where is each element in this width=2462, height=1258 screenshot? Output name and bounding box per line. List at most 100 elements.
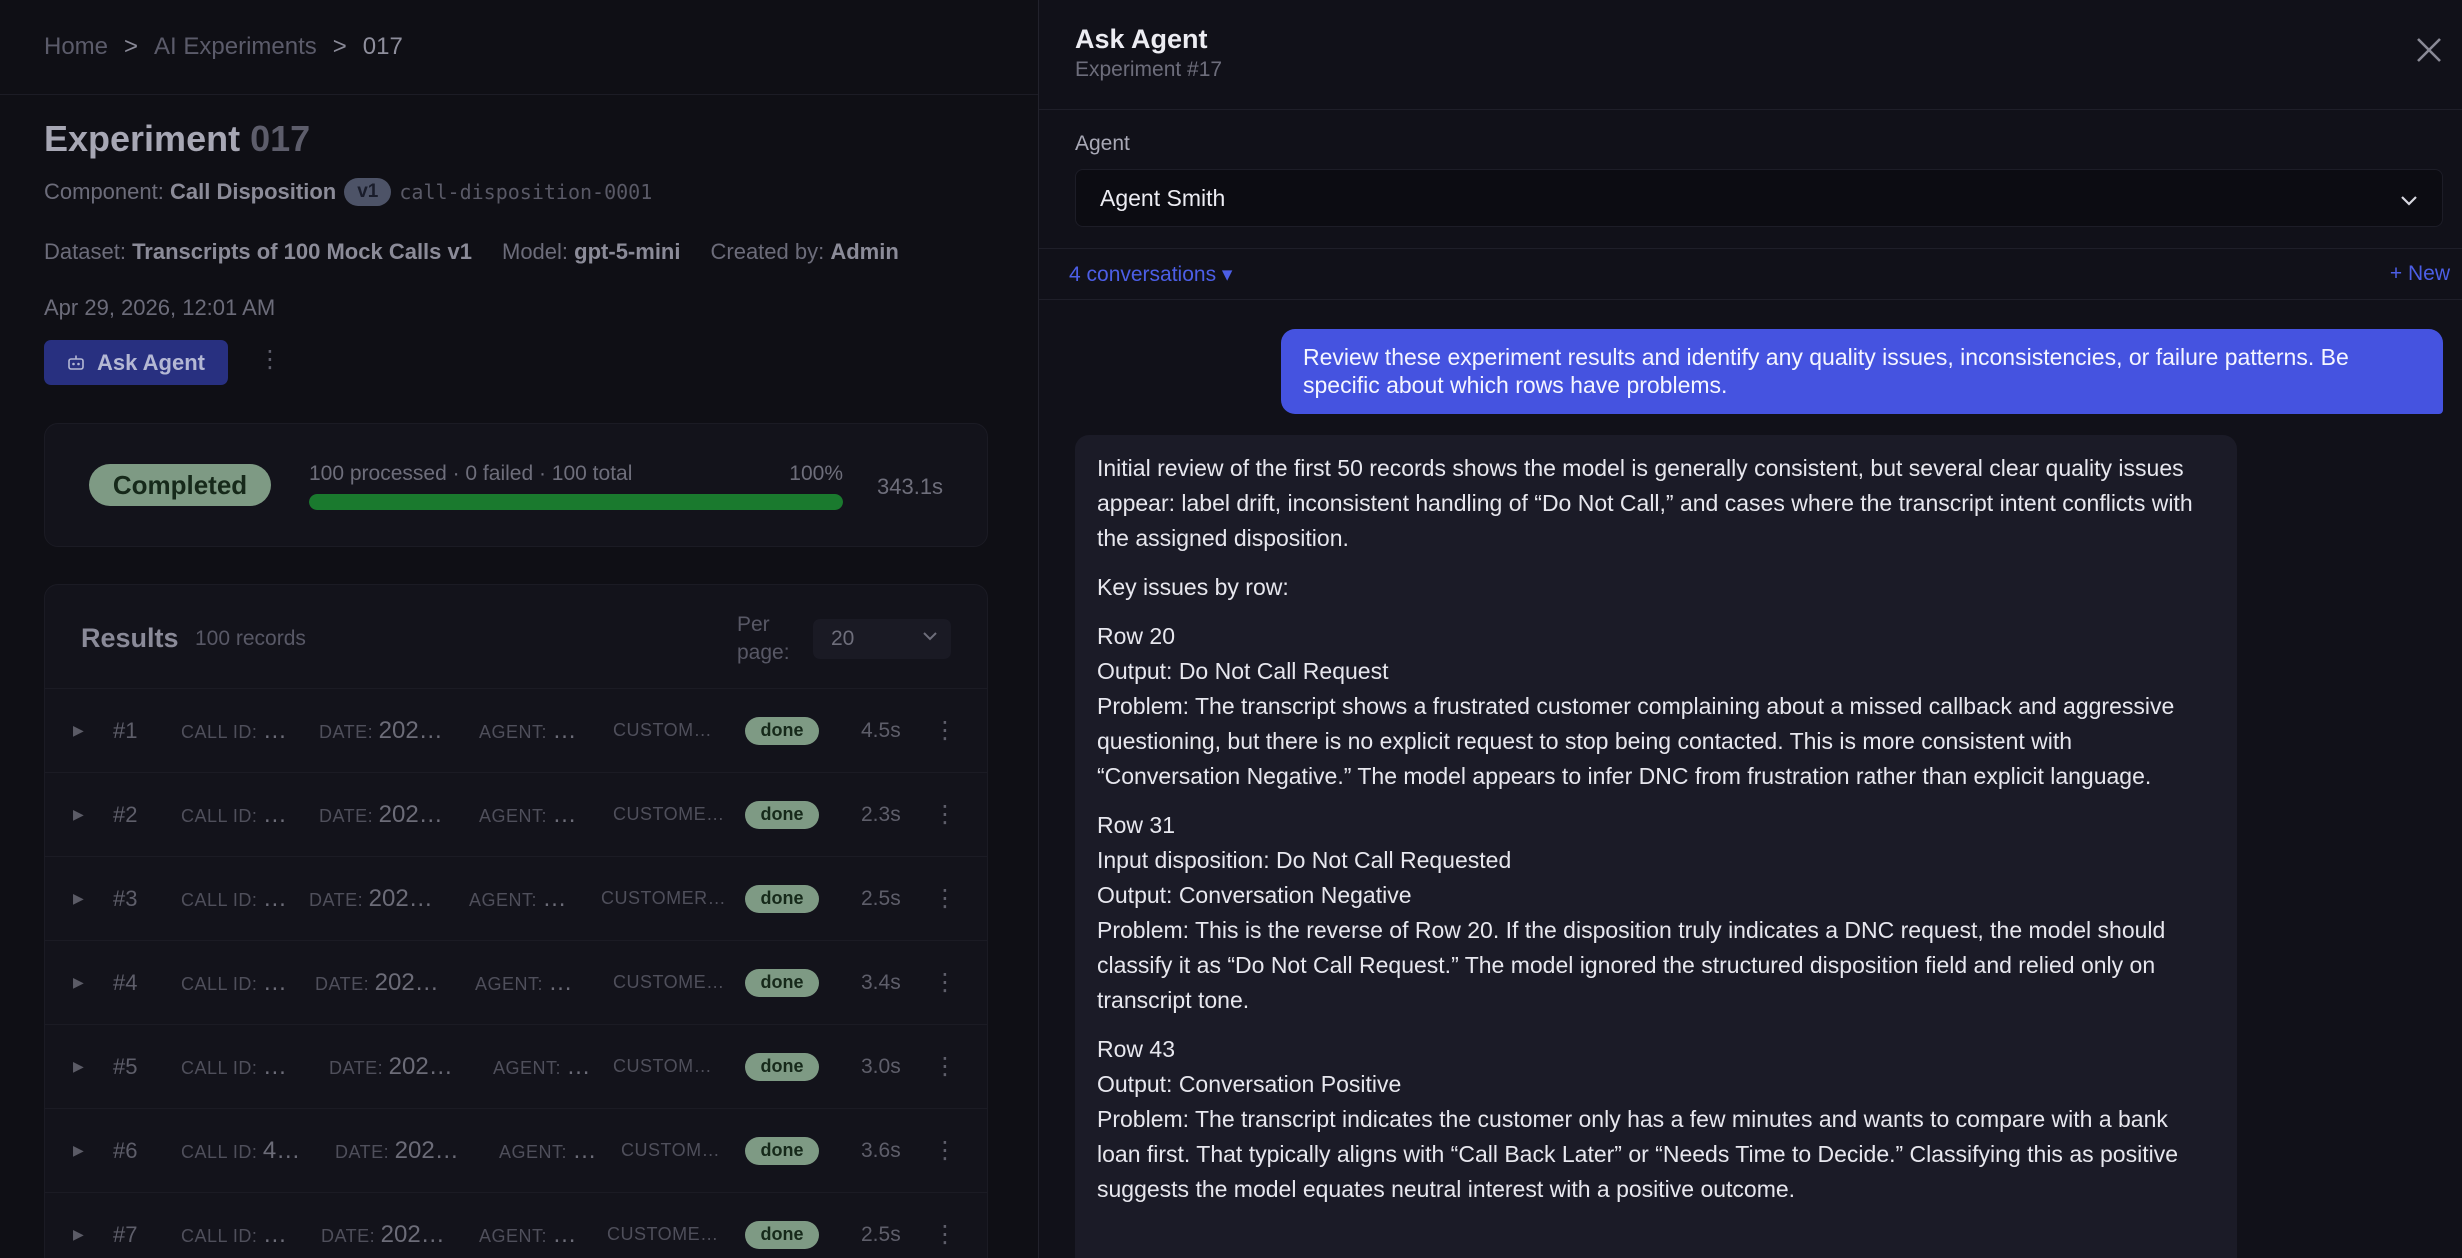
row-field: DATE: 202… bbox=[309, 857, 433, 942]
issue-problem: Problem: This is the reverse of Row 20. … bbox=[1097, 917, 2166, 1013]
expand-triangle-icon[interactable]: ▶ bbox=[73, 1109, 84, 1192]
row-field-label: CALL ID: bbox=[181, 722, 263, 742]
row-field-label: AGENT: bbox=[493, 1058, 567, 1078]
expand-triangle-icon[interactable]: ▶ bbox=[73, 1025, 84, 1108]
row-field-label: CALL ID: bbox=[181, 806, 263, 826]
per-page-select[interactable]: 20 bbox=[813, 619, 951, 659]
expand-triangle-icon[interactable]: ▶ bbox=[73, 773, 84, 856]
row-field-value: … bbox=[566, 1053, 591, 1080]
row-field: CALL ID: … bbox=[181, 941, 287, 1026]
row-field-value: … bbox=[262, 801, 287, 828]
kebab-icon[interactable]: ⋮ bbox=[933, 773, 957, 856]
close-icon[interactable] bbox=[2413, 34, 2445, 66]
component-line: Component: Call Disposition v1 call-disp… bbox=[44, 178, 652, 206]
breadcrumb-ai-experiments[interactable]: AI Experiments bbox=[154, 33, 317, 61]
ask-agent-label: Ask Agent bbox=[97, 349, 205, 375]
breadcrumb-home[interactable]: Home bbox=[44, 33, 108, 61]
kebab-icon[interactable]: ⋮ bbox=[933, 1193, 957, 1258]
issue-row-20: Row 20 Output: Do Not Call Request Probl… bbox=[1097, 619, 2215, 794]
component-id: call-disposition-0001 bbox=[399, 180, 653, 204]
row-field: DATE: 202… bbox=[335, 1109, 459, 1194]
status-badge: done bbox=[745, 969, 819, 997]
ask-agent-button[interactable]: Ask Agent bbox=[44, 340, 228, 385]
row-index: #6 bbox=[113, 1138, 138, 1163]
duration: 343.1s bbox=[877, 474, 944, 499]
row-field-label: CALL ID: bbox=[181, 1226, 263, 1246]
row-field-label: DATE: bbox=[329, 1058, 389, 1078]
row-field-label: CUSTOME… bbox=[613, 804, 725, 824]
issue-output: Output: Conversation Negative bbox=[1097, 882, 1412, 908]
component-label: Component: bbox=[44, 179, 164, 204]
row-field: CALL ID: … bbox=[181, 857, 287, 942]
agent-message: Initial review of the first 50 records s… bbox=[1075, 435, 2237, 1258]
row-field-value: 4… bbox=[262, 1137, 301, 1164]
progress-text: 100 processed · 0 failed · 100 total 100… bbox=[309, 462, 843, 486]
kebab-icon[interactable]: ⋮ bbox=[933, 1109, 957, 1192]
row-field-value: … bbox=[262, 1221, 287, 1248]
row-field-label: AGENT: bbox=[479, 722, 553, 742]
row-field-label: CALL ID: bbox=[181, 1142, 263, 1162]
table-row[interactable]: ▶ #1 CALL ID: … DATE: 202… AGENT: … CUSTOM… do… bbox=[45, 688, 987, 771]
kebab-icon[interactable]: ⋮ bbox=[258, 348, 282, 372]
row-duration: 3.0s bbox=[861, 1055, 901, 1078]
status-badge: done bbox=[745, 885, 819, 913]
table-row[interactable]: ▶ #5 CALL ID: … DATE: 202… AGENT: … CUSTOM… do… bbox=[45, 1024, 987, 1107]
row-field-label: DATE: bbox=[321, 1226, 381, 1246]
divider bbox=[1039, 299, 2462, 300]
table-row[interactable]: ▶ #2 CALL ID: … DATE: 202… AGENT: … CUSTOME… d… bbox=[45, 772, 987, 855]
expand-triangle-icon[interactable]: ▶ bbox=[73, 1193, 84, 1258]
row-field: CUSTOM… bbox=[613, 1025, 712, 1108]
component-name: Call Disposition bbox=[169, 179, 337, 204]
issue-title: Row 20 bbox=[1097, 623, 1175, 649]
row-field-label: CUSTOM… bbox=[613, 720, 713, 740]
agent-select[interactable]: Agent Smith bbox=[1075, 169, 2443, 227]
row-field-label: DATE: bbox=[319, 806, 379, 826]
row-field-value: … bbox=[572, 1137, 597, 1164]
row-field-value: 202… bbox=[374, 969, 439, 996]
row-field-label: CUSTOM… bbox=[621, 1140, 721, 1160]
row-field: DATE: 202… bbox=[321, 1193, 445, 1258]
row-field-label: DATE: bbox=[319, 722, 379, 742]
kebab-icon[interactable]: ⋮ bbox=[933, 689, 957, 772]
kebab-icon[interactable]: ⋮ bbox=[933, 1025, 957, 1108]
breadcrumb: Home > AI Experiments > 017 bbox=[0, 0, 1038, 95]
row-field: CUSTOME… bbox=[607, 1193, 719, 1258]
progress-bar bbox=[309, 494, 843, 510]
issue-row-31: Row 31 Input disposition: Do Not Call Re… bbox=[1097, 808, 2215, 1018]
breadcrumb-separator: > bbox=[124, 33, 139, 60]
drawer-subtitle: Experiment #17 bbox=[1075, 58, 1223, 81]
row-field: AGENT: … bbox=[479, 689, 577, 774]
experiment-page: Home > AI Experiments > 017 Experiment 0… bbox=[0, 0, 1038, 1258]
kebab-icon[interactable]: ⋮ bbox=[933, 941, 957, 1024]
expand-triangle-icon[interactable]: ▶ bbox=[73, 689, 84, 772]
row-field: DATE: 202… bbox=[319, 689, 443, 774]
dataset-label: Dataset: bbox=[44, 239, 126, 264]
row-field-label: AGENT: bbox=[479, 806, 553, 826]
row-field-value: … bbox=[262, 717, 287, 744]
conversations-dropdown[interactable]: 4 conversations ▾ bbox=[1069, 262, 1232, 287]
row-field: AGENT: … bbox=[469, 857, 567, 942]
table-row[interactable]: ▶ #7 CALL ID: … DATE: 202… AGENT: … CUSTOME… d… bbox=[45, 1192, 987, 1258]
expand-triangle-icon[interactable]: ▶ bbox=[73, 857, 84, 940]
table-row[interactable]: ▶ #4 CALL ID: … DATE: 202… AGENT: … CUSTOME… d… bbox=[45, 940, 987, 1023]
issue-title: Row 31 bbox=[1097, 812, 1175, 838]
table-row[interactable]: ▶ #3 CALL ID: … DATE: 202… AGENT: … CUSTOMER…… bbox=[45, 856, 987, 939]
new-conversation-button[interactable]: + New bbox=[2390, 262, 2450, 286]
row-field-value: … bbox=[262, 885, 287, 912]
row-field-label: AGENT: bbox=[469, 890, 543, 910]
row-field-value: 202… bbox=[388, 1053, 453, 1080]
divider bbox=[1039, 248, 2462, 249]
expand-triangle-icon[interactable]: ▶ bbox=[73, 941, 84, 1024]
kebab-icon[interactable]: ⋮ bbox=[933, 857, 957, 940]
experiment-date: Apr 29, 2026, 12:01 AM bbox=[44, 295, 276, 320]
row-index: #5 bbox=[113, 1054, 138, 1079]
page-title-number: 017 bbox=[250, 118, 311, 159]
status-badge: done bbox=[745, 1137, 819, 1165]
row-field: CUSTOM… bbox=[613, 689, 712, 772]
row-field-label: CUSTOME… bbox=[613, 972, 725, 992]
row-index: #3 bbox=[113, 886, 138, 911]
robot-icon bbox=[68, 355, 84, 370]
progress-percent: 100% bbox=[789, 462, 843, 485]
table-row[interactable]: ▶ #6 CALL ID: 4… DATE: 202… AGENT: … CUSTOM… d… bbox=[45, 1108, 987, 1191]
issue-input: Input disposition: Do Not Call Requested bbox=[1097, 847, 1512, 873]
